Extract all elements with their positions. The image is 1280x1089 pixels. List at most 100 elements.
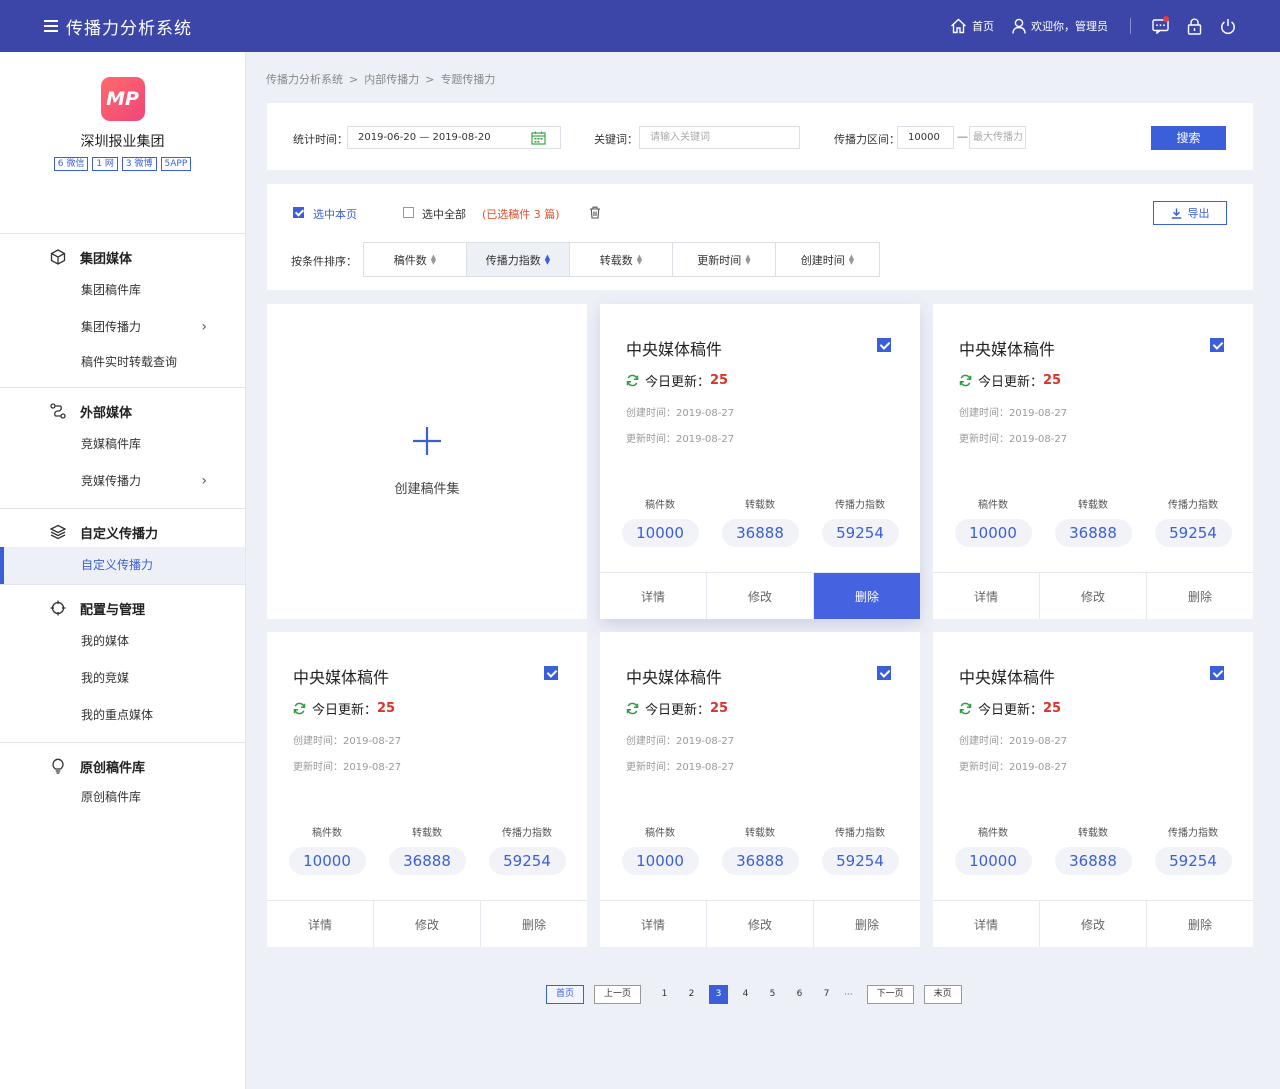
nav-item-original-library[interactable]: 原创稿件库: [0, 781, 245, 814]
trash-icon[interactable]: [589, 206, 601, 219]
nav-item-key-media[interactable]: 我的重点媒体: [0, 697, 245, 734]
lock-button[interactable]: [1177, 0, 1211, 52]
calendar-icon[interactable]: [531, 131, 546, 145]
details-button[interactable]: 详情: [267, 901, 374, 947]
today-updates: 今日更新： 25: [626, 371, 728, 390]
range-min-input[interactable]: 10000: [897, 126, 954, 149]
delete-button[interactable]: 删除: [481, 901, 587, 947]
delete-button[interactable]: 删除: [1147, 573, 1253, 619]
last-page-button[interactable]: 末页: [923, 985, 962, 1004]
nav-item-custom-influence[interactable]: 自定义传播力: [0, 547, 245, 584]
today-label: 今日更新：: [978, 703, 1044, 718]
nav-item-label: 集团传播力: [81, 320, 142, 334]
breadcrumb: 传播力分析系统 > 内部传播力 > 专题传播力: [266, 71, 495, 87]
select-page-label[interactable]: 选中本页: [313, 206, 357, 222]
breadcrumb-item[interactable]: 内部传播力: [364, 73, 419, 86]
edit-button[interactable]: 修改: [707, 573, 814, 619]
details-button[interactable]: 详情: [933, 573, 1040, 619]
home-link[interactable]: 首页: [950, 18, 994, 34]
details-button[interactable]: 详情: [600, 901, 707, 947]
nav-item-label: 稿件实时转载查询: [81, 355, 178, 369]
menu-icon[interactable]: [44, 20, 58, 32]
edit-button[interactable]: 修改: [1040, 573, 1147, 619]
nav-item-label: 竞媒稿件库: [81, 437, 142, 451]
breadcrumb-item[interactable]: 传播力分析系统: [266, 73, 343, 86]
page-number[interactable]: 6: [790, 985, 809, 1004]
card-checkbox[interactable]: [877, 666, 891, 680]
page-number[interactable]: 5: [763, 985, 782, 1004]
nav-head-original[interactable]: 原创稿件库: [0, 751, 245, 781]
nav-head-custom[interactable]: 自定义传播力: [0, 517, 245, 547]
page-number[interactable]: 2: [682, 985, 701, 1004]
nav-head-config[interactable]: 配置与管理: [0, 593, 245, 623]
sort-by-created[interactable]: 创建时间 ▲ ▼: [776, 243, 879, 276]
select-all-checkbox[interactable]: [403, 207, 414, 218]
refresh-icon: [626, 702, 639, 715]
nav-item-competitor-influence[interactable]: 竞媒传播力 ›: [0, 463, 245, 500]
collection-card[interactable]: 中央媒体稿件 今日更新： 25 创建时间：2019-08-27 更新时间：2019-08…: [600, 304, 920, 619]
nav-item-group-library[interactable]: 集团稿件库: [0, 272, 245, 309]
sort-by-count[interactable]: 稿件数 ▲ ▼: [364, 243, 467, 276]
edit-button[interactable]: 修改: [707, 901, 814, 947]
card-title: 中央媒体稿件: [626, 668, 723, 687]
nav-item-my-competitors[interactable]: 我的竞媒: [0, 660, 245, 697]
range-max-input[interactable]: 最大传播力: [969, 126, 1026, 149]
nav-item-group-influence[interactable]: 集团传播力 ›: [0, 309, 245, 346]
keyword-input[interactable]: 请输入关键词: [639, 126, 800, 149]
page-number-current[interactable]: 3: [709, 985, 729, 1004]
export-button[interactable]: 导出: [1153, 201, 1227, 225]
today-count: 25: [377, 701, 396, 716]
details-button[interactable]: 详情: [933, 901, 1040, 947]
nav-item-realtime-query[interactable]: 稿件实时转载查询: [0, 346, 245, 379]
logout-button[interactable]: [1211, 0, 1245, 52]
card-title: 中央媒体稿件: [626, 340, 723, 359]
card-checkbox[interactable]: [1210, 338, 1224, 352]
delete-button[interactable]: 删除: [814, 573, 920, 619]
select-all-label[interactable]: 选中全部: [422, 206, 466, 222]
sort-by-influence[interactable]: 传播力指数 ▲ ▼: [467, 243, 570, 276]
message-button[interactable]: [1143, 0, 1177, 52]
first-page-button[interactable]: 首页: [546, 985, 585, 1004]
create-collection-card[interactable]: 创建稿件集: [267, 304, 587, 619]
page-number[interactable]: 4: [736, 985, 755, 1004]
details-button[interactable]: 详情: [600, 573, 707, 619]
range-dash: —: [957, 130, 968, 143]
stat: 转载数 36888: [721, 496, 799, 547]
sort-by-reposts[interactable]: 转载数 ▲ ▼: [570, 243, 673, 276]
next-page-button[interactable]: 下一页: [866, 985, 914, 1004]
stat: 传播力指数 59254: [1154, 496, 1232, 547]
date-range-value: 2019-06-20 — 2019-08-20: [358, 132, 491, 143]
collection-card[interactable]: 中央媒体稿件 今日更新： 25 创建时间：2019-08-27 更新时间：2019-08…: [600, 632, 920, 947]
notification-dot: [1163, 16, 1169, 22]
edit-button[interactable]: 修改: [374, 901, 481, 947]
card-checkbox[interactable]: [877, 338, 891, 352]
create-collection-label: 创建稿件集: [394, 482, 460, 497]
today-label: 今日更新：: [645, 375, 711, 390]
card-title: 中央媒体稿件: [959, 668, 1056, 687]
select-page-checkbox[interactable]: [293, 207, 304, 218]
page-number[interactable]: 1: [655, 985, 674, 1004]
search-button[interactable]: 搜索: [1151, 126, 1226, 150]
page-number[interactable]: 7: [817, 985, 836, 1004]
card-checkbox[interactable]: [1210, 666, 1224, 680]
sort-by-updated[interactable]: 更新时间 ▲ ▼: [673, 243, 776, 276]
delete-button[interactable]: 删除: [814, 901, 920, 947]
delete-button[interactable]: 删除: [1147, 901, 1253, 947]
nav-head-group-media[interactable]: 集团媒体: [0, 242, 245, 272]
nav-item-my-media[interactable]: 我的媒体: [0, 623, 245, 660]
nav-item-competitor-library[interactable]: 竞媒稿件库: [0, 426, 245, 463]
card-checkbox[interactable]: [544, 666, 558, 680]
date-range-input[interactable]: 2019-06-20 — 2019-08-20: [347, 126, 561, 149]
collection-card[interactable]: 中央媒体稿件 今日更新： 25 创建时间：2019-08-27 更新时间：2019-08…: [933, 304, 1253, 619]
created-time: 创建时间：2019-08-27: [959, 736, 1068, 747]
home-icon: [951, 18, 966, 34]
edit-button[interactable]: 修改: [1040, 901, 1147, 947]
stat-value: 36888: [721, 519, 799, 547]
sort-arrows-icon: ▲ ▼: [430, 252, 437, 266]
collection-card[interactable]: 中央媒体稿件 今日更新： 25 创建时间：2019-08-27 更新时间：2019-08…: [267, 632, 587, 947]
user-menu[interactable]: 欢迎你，管理员: [1012, 18, 1108, 34]
nav-head-external-media[interactable]: 外部媒体: [0, 396, 245, 426]
collection-card[interactable]: 中央媒体稿件 今日更新： 25 创建时间：2019-08-27 更新时间：2019-08…: [933, 632, 1253, 947]
updated-time: 更新时间：2019-08-27: [626, 762, 735, 773]
prev-page-button[interactable]: 上一页: [594, 985, 642, 1004]
